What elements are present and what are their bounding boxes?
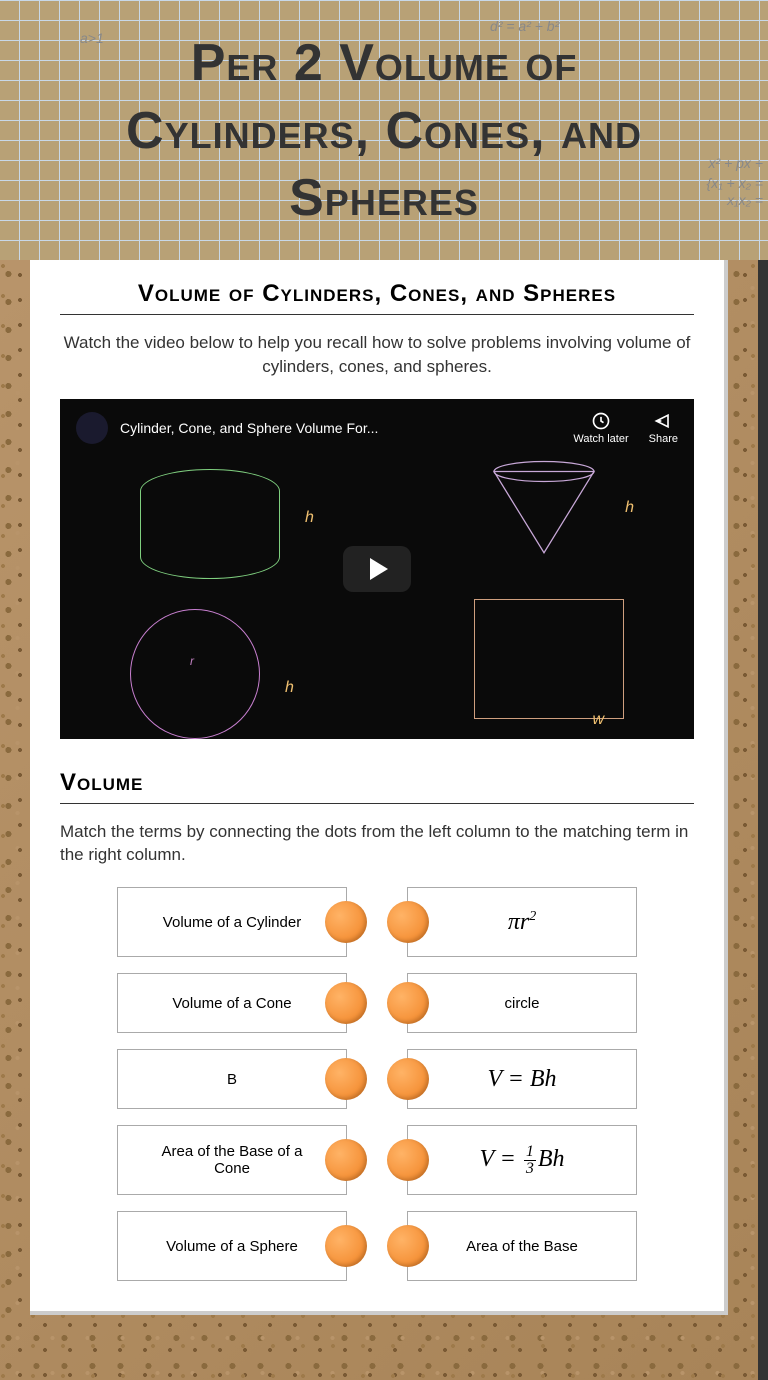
label-h3: h (285, 679, 294, 697)
match-right-3[interactable]: V = Bh (407, 1049, 637, 1109)
section1-title: Volume of Cylinders, Cones, and Spheres (60, 280, 694, 315)
dot-icon[interactable] (325, 982, 367, 1024)
match-left-3[interactable]: B (117, 1049, 347, 1109)
left-column: Volume of a Cylinder Volume of a Cone B … (117, 887, 347, 1281)
video-title: Cylinder, Cone, and Sphere Volume For... (120, 420, 378, 436)
sphere-shape (130, 609, 260, 739)
header-banner: a>1 d² = a² + b² x² + px + {x₁ + x₂ = x₁… (0, 0, 768, 260)
section1-instruction: Watch the video below to help you recall… (60, 331, 694, 379)
dot-icon[interactable] (387, 901, 429, 943)
doodle-sum: {x₁ + x₂ = (707, 175, 763, 191)
doodle-quad: x² + px + (709, 155, 763, 171)
section2-instruction: Match the terms by connecting the dots f… (60, 820, 694, 868)
dot-icon[interactable] (387, 1058, 429, 1100)
corkboard: Volume of Cylinders, Cones, and Spheres … (0, 260, 768, 1380)
doodle-pythag: d² = a² + b² (490, 18, 559, 34)
cone-shape (474, 459, 614, 559)
match-left-4[interactable]: Area of the Base of a Cone (117, 1125, 347, 1195)
label-w: w (592, 711, 604, 729)
share-icon (653, 411, 673, 431)
doodle-prod: x₁x₂ = (727, 192, 763, 208)
channel-avatar[interactable] (76, 412, 108, 444)
section2-title: Volume (60, 769, 694, 804)
dot-icon[interactable] (387, 1139, 429, 1181)
label-r: r (190, 654, 194, 668)
watch-later-button[interactable]: Watch later (573, 411, 628, 445)
match-right-1[interactable]: πr2 (407, 887, 637, 957)
page-title: Per 2 Volume of Cylinders, Cones, and Sp… (0, 0, 768, 260)
match-right-2[interactable]: circle (407, 973, 637, 1033)
content-card: Volume of Cylinders, Cones, and Spheres … (30, 260, 728, 1315)
match-right-4[interactable]: V = 13Bh (407, 1125, 637, 1195)
right-column: πr2 circle V = Bh V = 13Bh Area of the B… (407, 887, 637, 1281)
label-h1: h (305, 509, 314, 527)
label-h2: h (625, 499, 634, 517)
dot-icon[interactable] (325, 1058, 367, 1100)
match-right-5[interactable]: Area of the Base (407, 1211, 637, 1281)
share-button[interactable]: Share (649, 411, 678, 445)
match-left-5[interactable]: Volume of a Sphere (117, 1211, 347, 1281)
dot-icon[interactable] (325, 1139, 367, 1181)
dot-icon[interactable] (387, 982, 429, 1024)
match-left-2[interactable]: Volume of a Cone (117, 973, 347, 1033)
dot-icon[interactable] (325, 901, 367, 943)
play-button[interactable] (343, 546, 411, 592)
doodle-inequality: a>1 (80, 30, 104, 46)
video-player[interactable]: Cylinder, Cone, and Sphere Volume For...… (60, 399, 694, 739)
cylinder-shape (140, 469, 280, 579)
dot-icon[interactable] (325, 1225, 367, 1267)
dot-icon[interactable] (387, 1225, 429, 1267)
clock-icon (591, 411, 611, 431)
box-shape (474, 599, 624, 719)
matching-activity: Volume of a Cylinder Volume of a Cone B … (60, 887, 694, 1281)
match-left-1[interactable]: Volume of a Cylinder (117, 887, 347, 957)
